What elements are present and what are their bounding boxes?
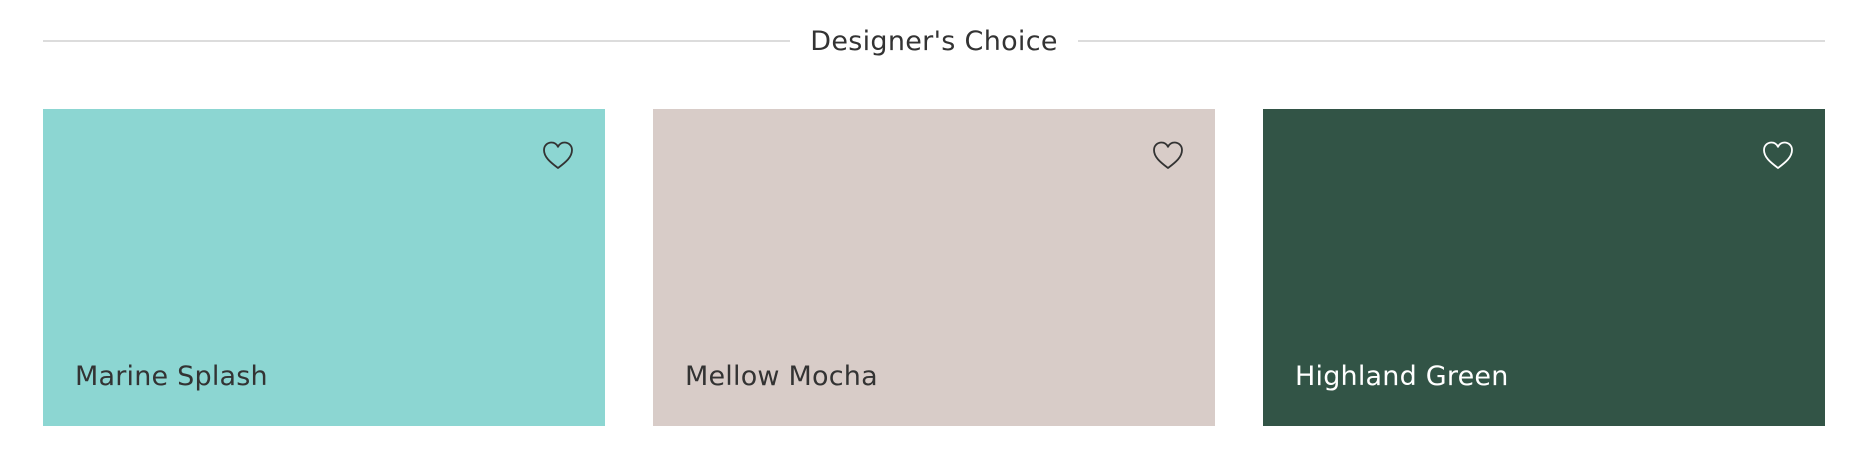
color-card-mellow-mocha[interactable]: Mellow Mocha bbox=[653, 109, 1215, 426]
favorite-button[interactable] bbox=[1151, 139, 1185, 173]
section-title: Designer's Choice bbox=[810, 25, 1058, 57]
color-name: Mellow Mocha bbox=[685, 361, 878, 392]
color-card-marine-splash[interactable]: Marine Splash bbox=[43, 109, 605, 426]
favorite-button[interactable] bbox=[541, 139, 575, 173]
divider-left bbox=[43, 40, 791, 42]
color-card-highland-green[interactable]: Highland Green bbox=[1263, 109, 1825, 426]
heart-icon bbox=[543, 141, 573, 169]
color-card-grid: Marine Splash Mellow Mocha Highland Gree… bbox=[43, 109, 1825, 426]
section-header: Designer's Choice bbox=[43, 14, 1826, 68]
divider-right bbox=[1077, 40, 1826, 42]
heart-icon bbox=[1153, 141, 1183, 169]
favorite-button[interactable] bbox=[1761, 139, 1795, 173]
color-name: Highland Green bbox=[1295, 361, 1509, 392]
heart-icon bbox=[1763, 141, 1793, 169]
color-name: Marine Splash bbox=[75, 361, 268, 392]
